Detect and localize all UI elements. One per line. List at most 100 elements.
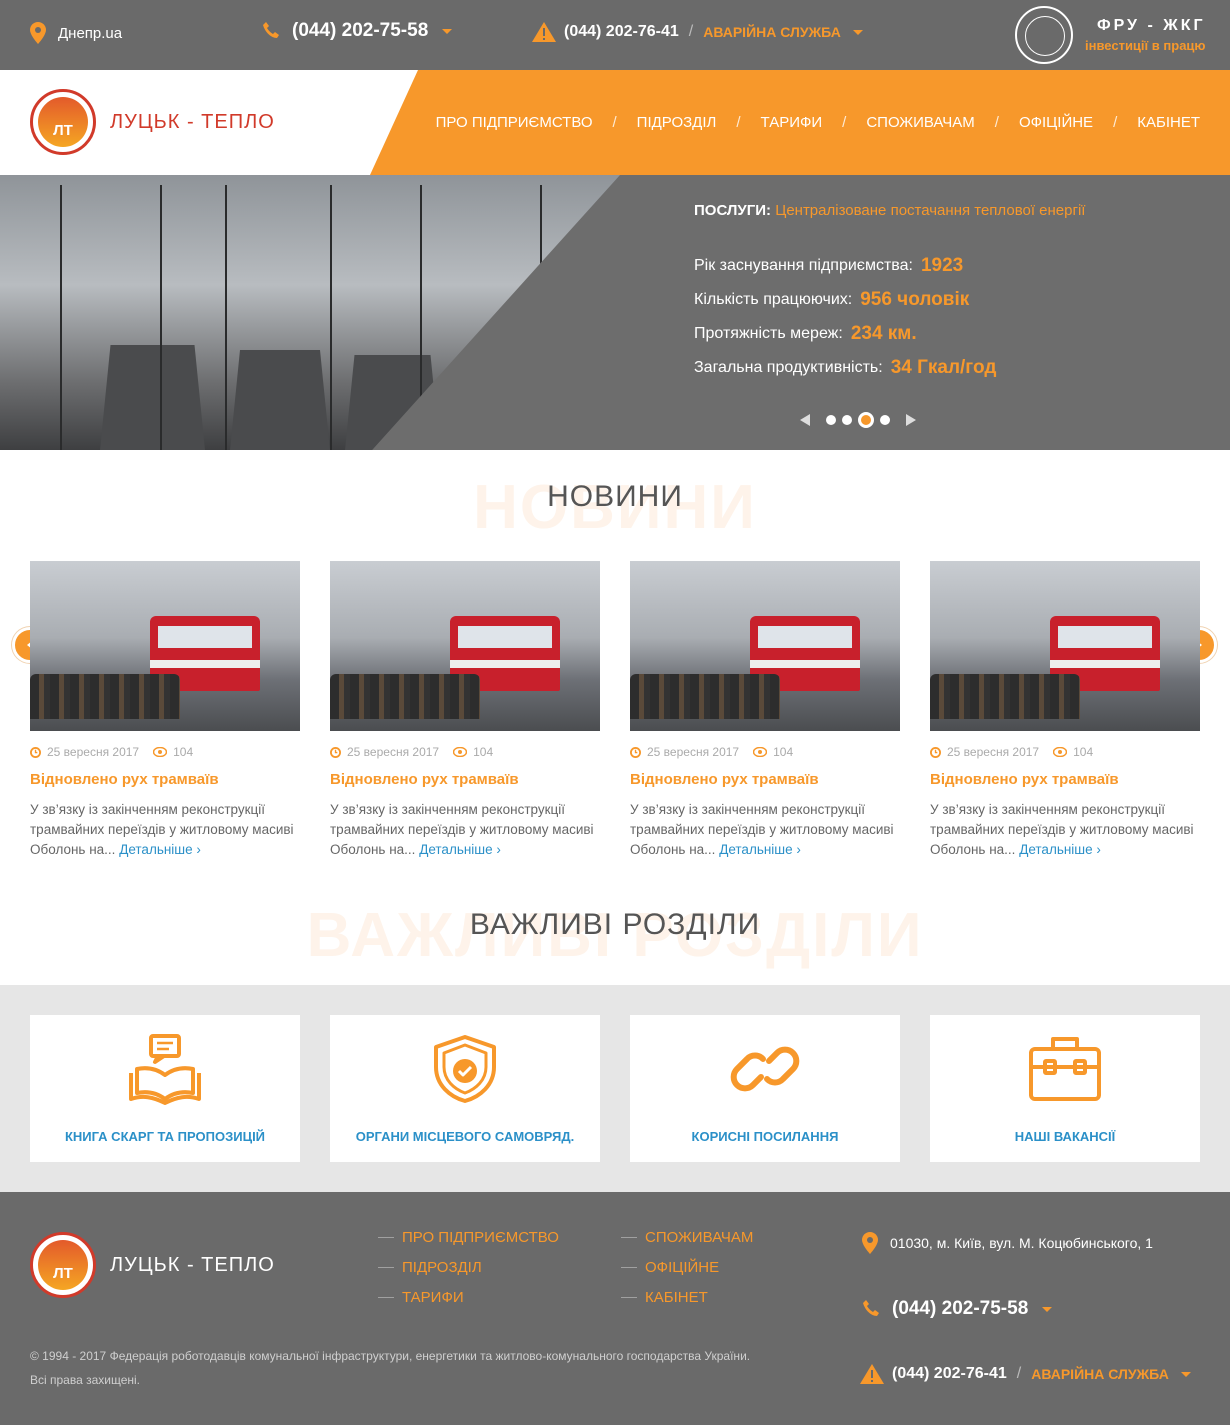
- news-card[interactable]: 25 вересня 2017 104 Відновлено рух трамв…: [330, 561, 600, 860]
- section-card-local-government[interactable]: ОРГАНИ МІСЦЕВОГО САМОВРЯД.: [330, 1015, 600, 1162]
- phone-icon: [263, 22, 279, 38]
- footer-menu-1: ПРО ПІДПРИЄМСТВО ПІДРОЗДІЛ ТАРИФИ: [378, 1222, 559, 1312]
- slider-prev-icon[interactable]: [800, 414, 810, 426]
- news-card[interactable]: 25 вересня 2017 104 Відновлено рух трамв…: [30, 561, 300, 860]
- location-pin-icon: [30, 22, 46, 44]
- power-pylon: [225, 185, 227, 450]
- news-more-link[interactable]: Детальніше: [1019, 842, 1092, 857]
- slider-dot[interactable]: [826, 415, 836, 425]
- slider-dot-active[interactable]: [858, 412, 874, 428]
- partner-logo[interactable]: ФРУ - ЖКГ інвестиції в працю: [1015, 6, 1206, 64]
- news-more-link[interactable]: Детальніше: [119, 842, 192, 857]
- site-logo[interactable]: ЛТ ЛУЦЬК - ТЕПЛО: [30, 89, 275, 155]
- shield-check-icon: [425, 1033, 505, 1105]
- footer-link-official[interactable]: ОФІЦІЙНЕ: [621, 1252, 753, 1282]
- stat-row: Загальна продуктивність: 34 Гкал/год: [694, 351, 1085, 385]
- crowd-shape: [330, 674, 480, 719]
- footer-link-consumers[interactable]: СПОЖИВАЧАМ: [621, 1222, 753, 1252]
- footer-address-text: 01030, м. Київ, вул. М. Коцюбинського, 1: [890, 1235, 1153, 1251]
- nav-item-division[interactable]: ПІДРОЗДІЛ: [637, 114, 717, 131]
- footer-address: 01030, м. Київ, вул. М. Коцюбинського, 1: [862, 1232, 1153, 1254]
- section-card-vacancies[interactable]: НАШІ ВАКАНСІЇ: [930, 1015, 1200, 1162]
- emergency-phone[interactable]: (044) 202-76-41 / АВАРІЙНА СЛУЖБА: [532, 22, 863, 42]
- chevron-down-icon[interactable]: [1180, 1371, 1191, 1377]
- city-selector[interactable]: Днепр.ua: [30, 22, 122, 44]
- top-bar: Днепр.ua (044) 202-75-58 (044) 202-76-41…: [0, 0, 1230, 70]
- footer-brand-name: ЛУЦЬК - ТЕПЛО: [110, 1253, 275, 1276]
- crowd-shape: [30, 674, 180, 719]
- footer-link-about[interactable]: ПРО ПІДПРИЄМСТВО: [378, 1222, 559, 1252]
- copyright-text: © 1994 - 2017 Федерація роботодавців ком…: [30, 1349, 751, 1387]
- cooling-tower: [345, 355, 440, 450]
- nav-item-consumers[interactable]: СПОЖИВАЧАМ: [866, 114, 974, 131]
- section-card-useful-links[interactable]: КОРИСНІ ПОСИЛАННЯ: [630, 1015, 900, 1162]
- clock-icon: [630, 746, 641, 758]
- news-meta: 25 вересня 2017 104: [30, 745, 300, 759]
- footer-link-tariffs[interactable]: ТАРИФИ: [378, 1282, 559, 1312]
- nav-item-cabinet[interactable]: КАБІНЕТ: [1137, 114, 1200, 131]
- section-label: КНИГА СКАРГ ТА ПРОПОЗИЦІЙ: [64, 1129, 266, 1144]
- nav-item-tariffs[interactable]: ТАРИФИ: [761, 114, 823, 131]
- news-excerpt: У зв’язку із закінченням реконструкції т…: [930, 800, 1200, 860]
- news-section-title: НОВИНИ НОВИНИ: [0, 473, 1230, 542]
- chevron-right-icon: ›: [796, 842, 801, 857]
- section-card-complaints[interactable]: КНИГА СКАРГ ТА ПРОПОЗИЦІЙ: [30, 1015, 300, 1162]
- news-excerpt: У зв’язку із закінченням реконструкції т…: [330, 800, 600, 860]
- slider-dot[interactable]: [842, 415, 852, 425]
- slider-dot[interactable]: [880, 415, 890, 425]
- news-title-link[interactable]: Відновлено рух трамваїв: [30, 771, 300, 788]
- chevron-down-icon[interactable]: [442, 28, 453, 34]
- chevron-down-icon[interactable]: [1042, 1306, 1053, 1312]
- site-header: ЛТ ЛУЦЬК - ТЕПЛО ПРО ПІДПРИЄМСТВО / ПІДРО…: [0, 70, 1230, 175]
- news-title-link[interactable]: Відновлено рух трамваїв: [330, 771, 600, 788]
- news-views-count: 104: [1073, 745, 1094, 759]
- book-comment-icon: [125, 1033, 205, 1105]
- warning-icon: [532, 22, 556, 42]
- power-pylon: [60, 185, 62, 450]
- news-more-link[interactable]: Детальніше: [719, 842, 792, 857]
- hero-photo: [0, 175, 620, 450]
- footer-emergency-phone[interactable]: (044) 202-76-41 / АВАРІЙНА СЛУЖБА: [860, 1364, 1191, 1384]
- important-section-title: ВАЖЛИВІ РОЗДІЛИ ВАЖЛИВІ РОЗДІЛИ: [0, 901, 1230, 970]
- footer-emergency-number: (044) 202-76-41: [892, 1365, 1007, 1382]
- hero-info: ПОСЛУГИ: Централізоване постачання тепло…: [694, 202, 1085, 385]
- clock-icon: [30, 746, 41, 758]
- news-date-text: 25 вересня 2017: [47, 745, 140, 759]
- news-title: НОВИНИ: [547, 480, 683, 513]
- footer-logo[interactable]: ЛТ ЛУЦЬК - ТЕПЛО: [30, 1232, 275, 1298]
- city-label: Днепр.ua: [58, 24, 123, 42]
- nav-item-about[interactable]: ПРО ПІДПРИЄМСТВО: [436, 114, 593, 131]
- footer-link-cabinet[interactable]: КАБІНЕТ: [621, 1282, 753, 1312]
- news-card[interactable]: 25 вересня 2017 104 Відновлено рух трамв…: [630, 561, 900, 860]
- news-date-text: 25 вересня 2017: [347, 745, 440, 759]
- news-image[interactable]: [930, 561, 1200, 731]
- footer-main-phone[interactable]: (044) 202-75-58: [862, 1298, 1053, 1320]
- chevron-right-icon: ›: [196, 842, 201, 857]
- nav-divider: /: [1113, 114, 1118, 131]
- news-date-text: 25 вересня 2017: [647, 745, 740, 759]
- news-title-link[interactable]: Відновлено рух трамваїв: [630, 771, 900, 788]
- cooling-tower: [100, 345, 205, 450]
- news-image[interactable]: [330, 561, 600, 731]
- slider-next-icon[interactable]: [906, 414, 916, 426]
- chevron-right-icon: ›: [1096, 842, 1101, 857]
- stat-value: 1923: [920, 255, 964, 276]
- emergency-phone-number: (044) 202-76-41: [564, 23, 679, 40]
- nav-item-official[interactable]: ОФІЦІЙНЕ: [1019, 114, 1093, 131]
- news-image[interactable]: [630, 561, 900, 731]
- news-title-link[interactable]: Відновлено рух трамваїв: [930, 771, 1200, 788]
- service-value: Централізоване постачання теплової енерг…: [775, 202, 1086, 219]
- nav-divider: /: [994, 114, 999, 131]
- news-card[interactable]: 25 вересня 2017 104 Відновлено рух трамв…: [930, 561, 1200, 860]
- footer-link-division[interactable]: ПІДРОЗДІЛ: [378, 1252, 559, 1282]
- news-more-link[interactable]: Детальніше: [419, 842, 492, 857]
- crowd-shape: [930, 674, 1080, 719]
- crowd-shape: [630, 674, 780, 719]
- main-phone[interactable]: (044) 202-75-58: [262, 20, 453, 42]
- nav-divider: /: [736, 114, 741, 131]
- news-views: 104: [1053, 745, 1093, 759]
- news-image[interactable]: [30, 561, 300, 731]
- chevron-down-icon[interactable]: [852, 29, 863, 35]
- footer-phone-number: (044) 202-75-58: [892, 1298, 1029, 1319]
- news-excerpt: У зв’язку із закінченням реконструкції т…: [630, 800, 900, 860]
